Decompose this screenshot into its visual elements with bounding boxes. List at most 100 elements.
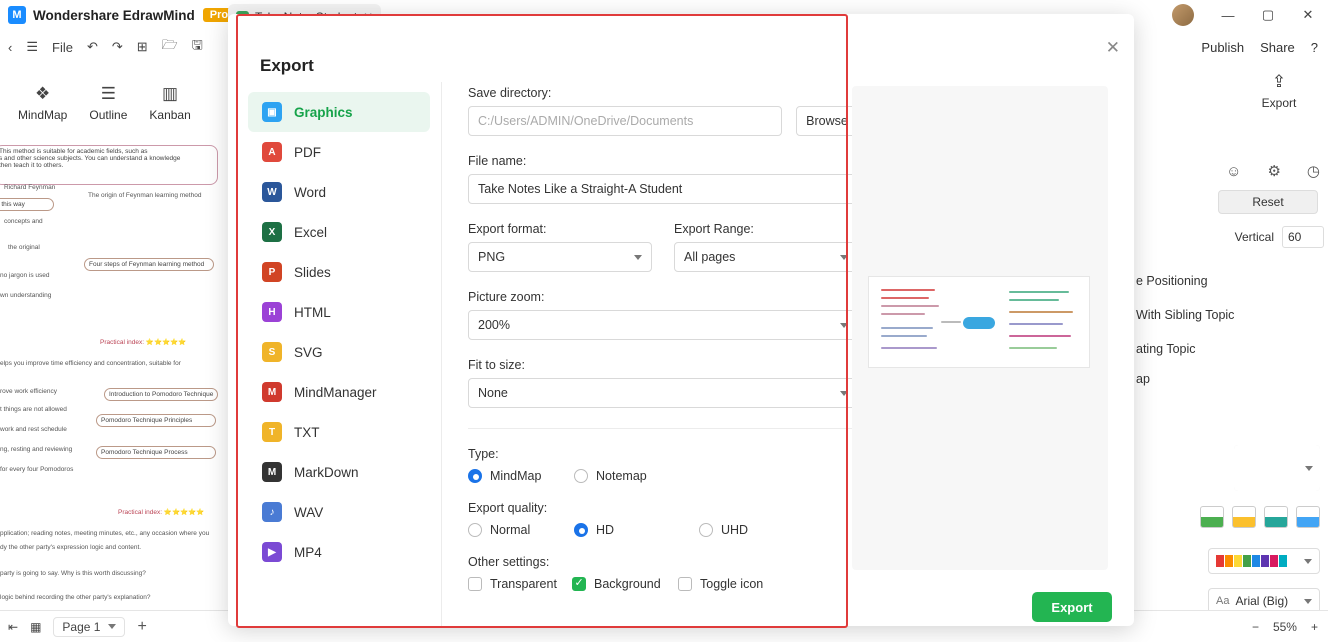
kanban-icon: ▥ bbox=[162, 84, 179, 103]
tab-mindmap[interactable]: ❖ MindMap bbox=[18, 84, 67, 122]
canvas-text: Practical index: ⭐⭐⭐⭐⭐ bbox=[118, 509, 205, 516]
panel-line-floating[interactable]: ating Topic bbox=[1136, 342, 1196, 356]
sidebar-item-slides[interactable]: P Slides bbox=[248, 252, 430, 292]
canvas-node[interactable]: Pomodoro Technique Process bbox=[96, 446, 216, 459]
checkbox-toggle-icon[interactable]: Toggle icon bbox=[678, 577, 763, 591]
app-title: Wondershare EdrawMind bbox=[33, 7, 195, 23]
file-menu[interactable]: File bbox=[52, 40, 73, 55]
sidebar-item-txt[interactable]: T TXT bbox=[248, 412, 430, 452]
type-radio-group: MindMap Notemap bbox=[468, 469, 858, 483]
panel-line-sibling[interactable]: With Sibling Topic bbox=[1136, 308, 1234, 322]
save-icon[interactable]: 🖫 bbox=[192, 36, 203, 58]
font-name: Arial (Big) bbox=[1235, 594, 1289, 608]
format-panel: ☺ ⚙ ◷ Reset Vertical 60 e Positioning Wi… bbox=[1128, 150, 1328, 620]
view-toolbar: ❖ MindMap ☰ Outline ▥ Kanban bbox=[0, 70, 228, 136]
add-page-button[interactable]: + bbox=[137, 618, 146, 636]
layout-dropdown[interactable] bbox=[1234, 445, 1320, 491]
page-panel-icon[interactable]: ⇤ bbox=[8, 620, 18, 634]
sidebar-item-label: Excel bbox=[294, 224, 328, 240]
html-icon: H bbox=[262, 302, 282, 322]
theme-swatch[interactable] bbox=[1296, 506, 1320, 528]
back-icon[interactable]: ‹ bbox=[8, 40, 12, 55]
radio-uhd[interactable]: UHD bbox=[699, 523, 748, 537]
canvas-text: Richard Feynman bbox=[4, 184, 56, 191]
graphics-icon: ▣ bbox=[262, 102, 282, 122]
checkbox-background[interactable]: Background bbox=[572, 576, 678, 591]
file-name-input[interactable]: Take Notes Like a Straight-A Student bbox=[468, 174, 858, 204]
clock-icon[interactable]: ◷ bbox=[1307, 162, 1320, 180]
export-confirm-button[interactable]: Export bbox=[1032, 592, 1112, 622]
publish-button[interactable]: Publish bbox=[1201, 40, 1244, 55]
panel-line-positioning[interactable]: e Positioning bbox=[1136, 274, 1208, 288]
tab-kanban[interactable]: ▥ Kanban bbox=[149, 84, 190, 122]
tab-kanban-label: Kanban bbox=[149, 108, 191, 122]
canvas-node[interactable]: Pomodoro Technique Principles bbox=[96, 414, 216, 427]
vertical-stepper[interactable]: 60 bbox=[1282, 226, 1324, 248]
zoom-in-button[interactable]: + bbox=[1311, 620, 1318, 634]
radio-mindmap[interactable]: MindMap bbox=[468, 469, 574, 483]
picture-zoom-select[interactable]: 200% bbox=[468, 310, 858, 340]
sidebar-item-wav[interactable]: ♪ WAV bbox=[248, 492, 430, 532]
panel-line-map[interactable]: ap bbox=[1136, 372, 1150, 386]
canvas-node[interactable]: This method is suitable for academic fie… bbox=[0, 145, 218, 185]
reset-button[interactable]: Reset bbox=[1218, 190, 1318, 214]
canvas-node[interactable]: Introduction to Pomodoro Technique bbox=[104, 388, 218, 401]
canvas-text: pplication; reading notes, meeting minut… bbox=[0, 530, 210, 537]
hamburger-icon[interactable]: ☰ bbox=[26, 39, 38, 55]
radio-indicator bbox=[468, 523, 482, 537]
undo-icon[interactable]: ↶ bbox=[87, 39, 98, 55]
sidebar-item-word[interactable]: W Word bbox=[248, 172, 430, 212]
browse-button[interactable]: Browse bbox=[796, 106, 858, 136]
canvas-node[interactable]: of things this way bbox=[0, 198, 54, 211]
sidebar-item-pdf[interactable]: A PDF bbox=[248, 132, 430, 172]
close-button[interactable]: ✕ bbox=[1288, 7, 1328, 23]
canvas-text: dy the other party's expression logic an… bbox=[0, 544, 142, 551]
theme-swatch[interactable] bbox=[1200, 506, 1224, 528]
maximize-button[interactable]: ▢ bbox=[1248, 7, 1288, 23]
radio-normal[interactable]: Normal bbox=[468, 523, 574, 537]
theme-swatch[interactable] bbox=[1264, 506, 1288, 528]
radio-notemap[interactable]: Notemap bbox=[574, 469, 647, 483]
save-directory-label: Save directory: bbox=[468, 86, 552, 100]
wav-icon: ♪ bbox=[262, 502, 282, 522]
tab-outline[interactable]: ☰ Outline bbox=[89, 84, 127, 122]
redo-icon[interactable]: ↷ bbox=[112, 39, 123, 55]
gear-icon[interactable]: ⚙ bbox=[1267, 162, 1280, 180]
status-right: − 55% + bbox=[1252, 620, 1328, 634]
page-selector[interactable]: Page 1 bbox=[53, 616, 126, 637]
mindmap-canvas[interactable]: This method is suitable for academic fie… bbox=[0, 140, 260, 610]
dialog-close-icon[interactable]: ✕ bbox=[1106, 38, 1120, 58]
app-logo-icon: M bbox=[8, 6, 26, 24]
sidebar-item-html[interactable]: H HTML bbox=[248, 292, 430, 332]
sidebar-item-markdown[interactable]: M MarkDown bbox=[248, 452, 430, 492]
theme-swatch[interactable] bbox=[1232, 506, 1256, 528]
share-button[interactable]: Share bbox=[1260, 40, 1295, 55]
zoom-level: 55% bbox=[1272, 619, 1297, 634]
page-label: Page 1 bbox=[62, 619, 101, 634]
checkbox-transparent[interactable]: Transparent bbox=[468, 577, 572, 591]
radio-mindmap-label: MindMap bbox=[490, 469, 542, 483]
sidebar-item-graphics[interactable]: ▣ Graphics bbox=[248, 92, 430, 132]
add-icon[interactable]: ⊞ bbox=[137, 39, 148, 55]
help-icon[interactable]: ? bbox=[1311, 40, 1318, 55]
sidebar-item-mindmanager[interactable]: M MindManager bbox=[248, 372, 430, 412]
export-toolbar-button[interactable]: ⇪ Export bbox=[1248, 72, 1310, 110]
avatar[interactable] bbox=[1172, 4, 1194, 26]
fit-to-size-select[interactable]: None bbox=[468, 378, 858, 408]
open-folder-icon[interactable]: 🗁 bbox=[162, 36, 178, 58]
sidebar-item-mp4[interactable]: ▶ MP4 bbox=[248, 532, 430, 572]
zoom-out-button[interactable]: − bbox=[1252, 620, 1259, 634]
quality-radio-group: Normal HD UHD bbox=[468, 523, 858, 537]
canvas-node[interactable]: Four steps of Feynman learning method bbox=[84, 258, 214, 271]
sidebar-item-svg[interactable]: S SVG bbox=[248, 332, 430, 372]
sidebar-item-excel[interactable]: X Excel bbox=[248, 212, 430, 252]
color-palette-dropdown[interactable] bbox=[1208, 548, 1320, 574]
radio-hd[interactable]: HD bbox=[574, 523, 699, 537]
save-directory-input[interactable]: C:/Users/ADMIN/OneDrive/Documents bbox=[468, 106, 782, 136]
minimize-button[interactable]: — bbox=[1208, 8, 1248, 23]
export-format-value: PNG bbox=[478, 250, 506, 264]
grid-view-icon[interactable]: ▦ bbox=[30, 620, 41, 634]
export-format-select[interactable]: PNG bbox=[468, 242, 652, 272]
export-range-select[interactable]: All pages bbox=[674, 242, 858, 272]
smiley-icon[interactable]: ☺ bbox=[1226, 163, 1241, 180]
